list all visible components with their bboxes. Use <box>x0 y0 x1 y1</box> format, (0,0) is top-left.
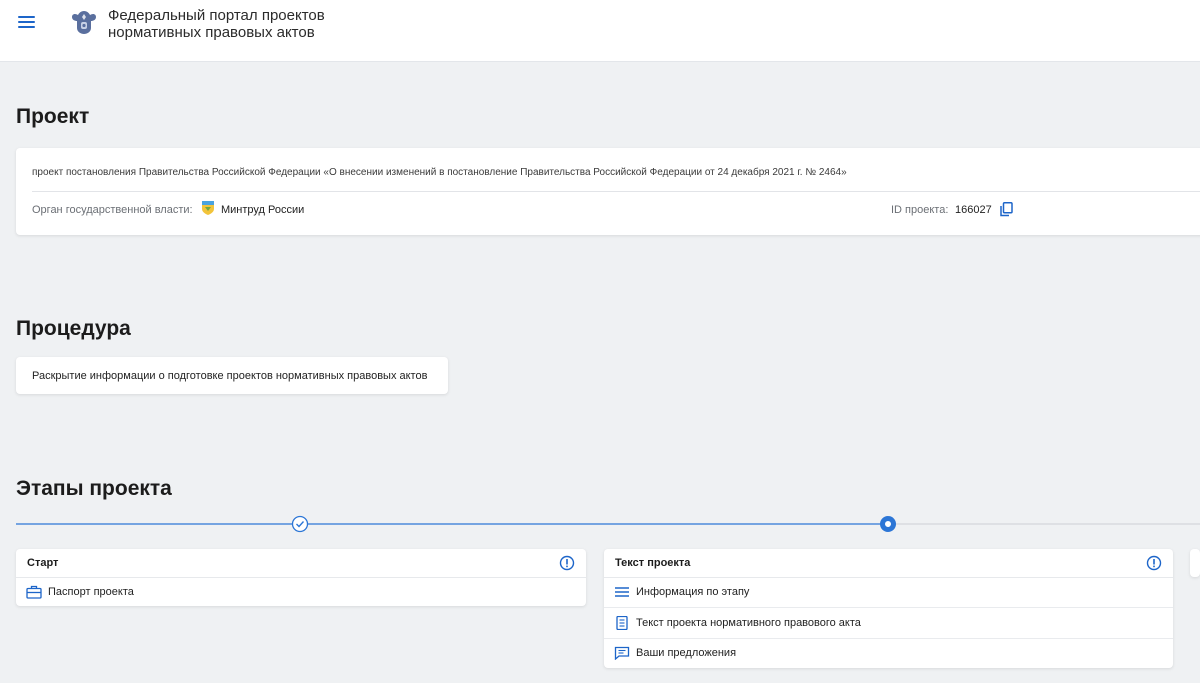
stage-row-project-passport[interactable]: Паспорт проекта <box>16 577 586 607</box>
stage-card-start: Старт Паспорт проекта <box>16 549 586 606</box>
project-id-label: ID проекта: <box>891 204 949 216</box>
row-label: Текст проекта нормативного правового акт… <box>636 617 861 629</box>
copy-icon[interactable] <box>999 202 1013 217</box>
row-label: Информация по этапу <box>636 586 750 598</box>
project-name: проект постановления Правительства Росси… <box>32 167 847 178</box>
project-heading: Проект <box>16 105 90 128</box>
top-bar: Федеральный портал проектов нормативных … <box>0 0 1200 62</box>
info-icon[interactable] <box>1146 555 1162 571</box>
portal-title[interactable]: Федеральный портал проектов нормативных … <box>108 7 368 41</box>
stage-title: Старт <box>27 557 59 569</box>
document-icon <box>616 616 628 630</box>
project-id-value: 166027 <box>955 204 992 216</box>
row-label: Паспорт проекта <box>48 586 134 598</box>
gov-body-label: Орган государственной власти: <box>32 204 193 216</box>
list-lines-icon <box>615 587 629 597</box>
stages-timeline <box>16 515 1200 533</box>
stage-card-next-partial <box>1190 549 1200 577</box>
stage-title: Текст проекта <box>615 557 691 569</box>
ministry-emblem-icon <box>202 201 214 215</box>
stage-header: Старт <box>16 549 586 578</box>
stage-row-proposals[interactable]: Ваши предложения <box>604 638 1173 668</box>
info-icon[interactable] <box>559 555 575 571</box>
procedure-text: Раскрытие информации о подготовке проект… <box>32 370 428 382</box>
procedure-heading: Процедура <box>16 317 131 340</box>
gov-body-value[interactable]: Минтруд России <box>221 204 304 216</box>
comment-icon <box>614 646 630 660</box>
project-card: проект постановления Правительства Росси… <box>16 148 1200 235</box>
hamburger-menu-icon[interactable] <box>18 16 36 30</box>
portal-title-line1: Федеральный портал проектов <box>108 7 325 24</box>
russian-coat-of-arms-icon[interactable] <box>70 8 98 36</box>
stage-completed-marker[interactable] <box>291 515 309 533</box>
briefcase-icon <box>26 585 42 599</box>
stage-card-project-text: Текст проекта Информация по этапу Текст … <box>604 549 1173 668</box>
stage-header: Текст проекта <box>604 549 1173 578</box>
stage-row-act-text[interactable]: Текст проекта нормативного правового акт… <box>604 608 1173 638</box>
stages-heading: Этапы проекта <box>16 477 172 500</box>
divider <box>32 191 1200 192</box>
procedure-card: Раскрытие информации о подготовке проект… <box>16 357 448 394</box>
row-label: Ваши предложения <box>636 647 737 659</box>
stage-row-stage-info[interactable]: Информация по этапу <box>604 577 1173 607</box>
portal-title-line2: нормативных правовых актов <box>108 24 315 41</box>
stage-current-marker[interactable] <box>880 516 896 532</box>
